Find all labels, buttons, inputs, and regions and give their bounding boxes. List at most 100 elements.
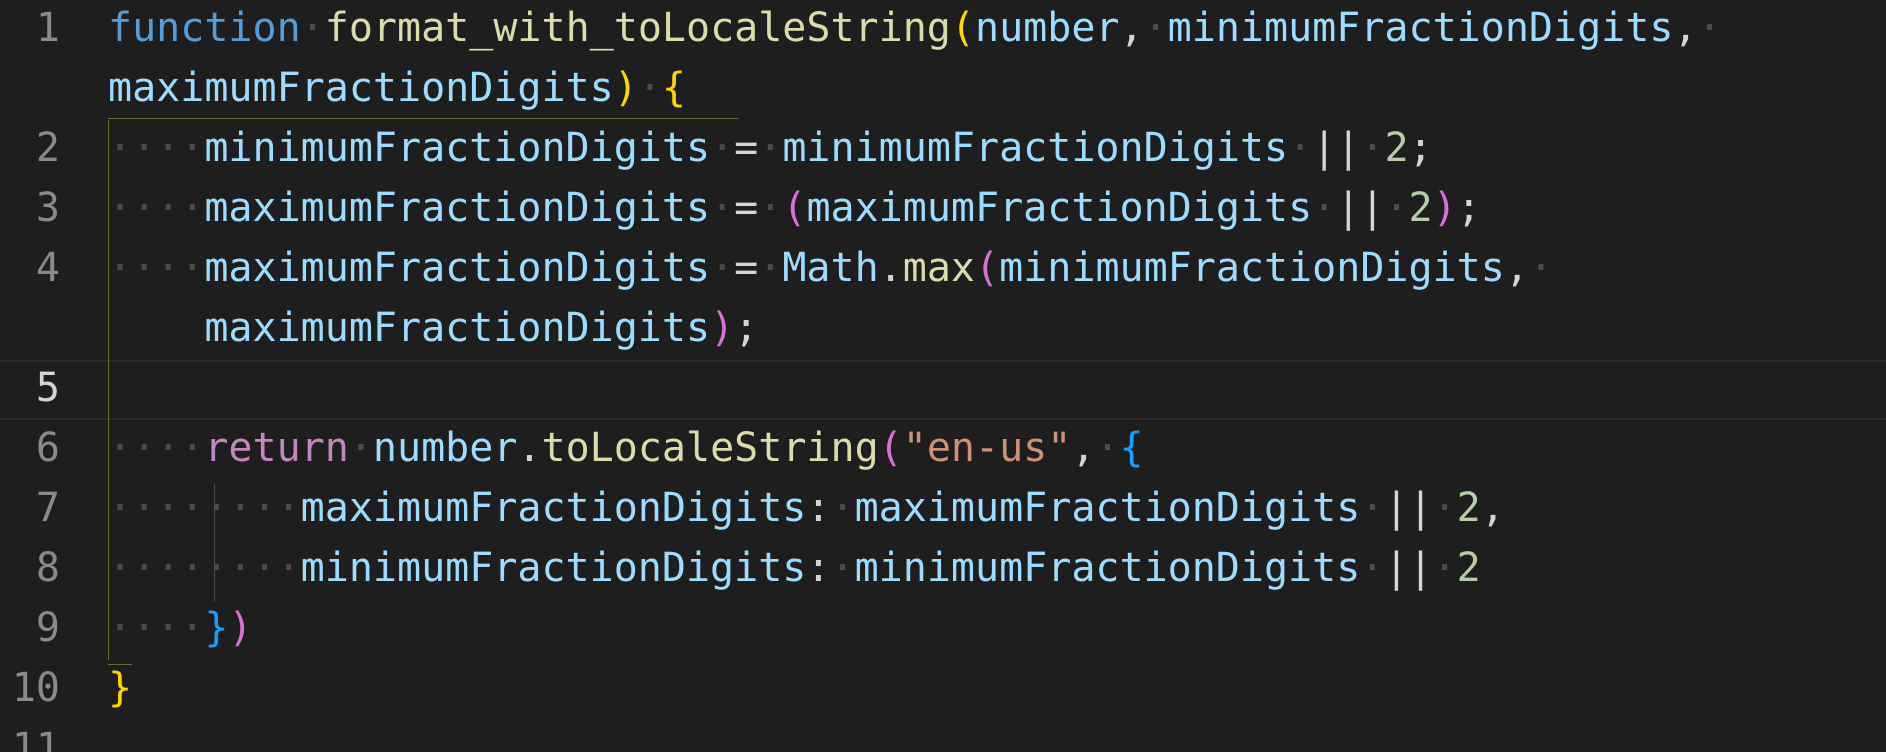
whitespace-marker: · (1697, 5, 1722, 51)
code-token: maximumFractionDigits (854, 485, 1361, 531)
code-token: minimumFractionDigits (1167, 5, 1674, 51)
code-token: = (734, 185, 759, 231)
code-token: 2 (1384, 125, 1409, 171)
code-token: format_with_toLocaleString (324, 5, 951, 51)
whitespace-marker (108, 305, 204, 351)
whitespace-marker: · (1312, 185, 1337, 231)
code-line[interactable]: maximumFractionDigits); (108, 298, 758, 358)
code-line[interactable]: ····}) (108, 598, 253, 658)
whitespace-marker: · (1528, 245, 1554, 291)
code-line[interactable]: maximumFractionDigits)·{ (108, 58, 686, 118)
code-token: toLocaleString (541, 425, 879, 471)
code-line[interactable]: } (108, 658, 132, 718)
whitespace-marker: · (830, 485, 855, 531)
code-token: maximumFractionDigits (108, 65, 614, 111)
whitespace-marker: · (710, 245, 735, 291)
code-token: , (1071, 425, 1096, 471)
code-token: } (204, 605, 229, 651)
code-token: ) (710, 305, 735, 351)
whitespace-marker: · (758, 125, 783, 171)
whitespace-marker: ···· (108, 185, 205, 231)
code-token: ) (613, 65, 638, 111)
code-token: number (372, 425, 518, 471)
code-token: maximumFractionDigits (204, 185, 711, 231)
code-token: ( (975, 245, 1000, 291)
whitespace-marker: ···· (108, 245, 205, 291)
line-number: 5 (35, 365, 60, 411)
whitespace-marker: ···· (108, 425, 205, 471)
code-token: minimumFractionDigits (300, 545, 807, 591)
line-number: 2 (35, 125, 60, 171)
code-token: || (1312, 125, 1361, 171)
code-token: || (1336, 185, 1385, 231)
whitespace-marker: · (1432, 545, 1457, 591)
code-token: { (1119, 425, 1144, 471)
line-number: 7 (35, 485, 60, 531)
current-line-highlight (0, 360, 1886, 420)
code-token: maximumFractionDigits (806, 185, 1313, 231)
code-token: minimumFractionDigits (999, 245, 1505, 291)
whitespace-marker: ········ (108, 545, 301, 591)
whitespace-marker: ···· (108, 125, 205, 171)
code-token: max (902, 245, 976, 291)
whitespace-marker: · (1360, 485, 1385, 531)
code-token: . (517, 425, 542, 471)
line-number: 9 (35, 605, 60, 651)
code-token: } (108, 665, 133, 711)
code-token: . (878, 245, 903, 291)
code-token: "en-us" (902, 425, 1072, 471)
line-number: 6 (35, 425, 60, 471)
code-token: maximumFractionDigits (300, 485, 807, 531)
code-token: ( (950, 5, 975, 51)
code-line[interactable]: ········minimumFractionDigits:·minimumFr… (108, 538, 1481, 598)
code-token: minimumFractionDigits (854, 545, 1361, 591)
code-token: ( (878, 425, 903, 471)
whitespace-marker: · (758, 245, 783, 291)
code-line[interactable]: ····return·number.toLocaleString("en-us"… (108, 418, 1144, 478)
whitespace-marker: · (1288, 125, 1313, 171)
whitespace-marker: · (830, 545, 855, 591)
whitespace-marker: · (1384, 185, 1409, 231)
whitespace-marker: · (348, 425, 373, 471)
whitespace-marker: · (710, 185, 735, 231)
code-token: = (734, 125, 759, 171)
whitespace-marker: · (637, 65, 662, 111)
code-token: 2 (1456, 545, 1481, 591)
code-token: , (1673, 5, 1698, 51)
code-line[interactable]: function·format_with_toLocaleString(numb… (108, 0, 1722, 58)
code-editor[interactable]: 1 2 3 4 5 6 7 8 9 10 11 function·format_with_toLoc… (0, 0, 1886, 752)
code-token: minimumFractionDigits (204, 125, 711, 171)
whitespace-marker: · (758, 185, 783, 231)
line-number: 8 (35, 545, 60, 591)
code-line[interactable]: ········maximumFractionDigits:·maximumFr… (108, 478, 1505, 538)
code-token: , (1480, 485, 1505, 531)
whitespace-marker: ···· (108, 605, 205, 651)
whitespace-marker: · (1360, 545, 1385, 591)
code-token: ; (1408, 125, 1433, 171)
code-token: function (108, 5, 301, 51)
code-token: , (1504, 245, 1529, 291)
code-token: number (974, 5, 1120, 51)
code-token: minimumFractionDigits (782, 125, 1289, 171)
whitespace-marker: · (1143, 5, 1168, 51)
code-token: 2 (1408, 185, 1433, 231)
whitespace-marker: · (300, 5, 325, 51)
whitespace-marker: · (710, 125, 735, 171)
line-number: 3 (35, 185, 60, 231)
code-token: || (1384, 485, 1433, 531)
line-number: 1 (35, 5, 60, 51)
line-number: 4 (35, 245, 60, 291)
whitespace-marker: · (1360, 125, 1385, 171)
code-token: ) (228, 605, 253, 651)
code-token: maximumFractionDigits (204, 305, 711, 351)
code-token: : (806, 545, 831, 591)
code-token: maximumFractionDigits (204, 245, 711, 291)
code-token: ; (734, 305, 759, 351)
code-line[interactable]: ····maximumFractionDigits·=·Math.max(min… (108, 238, 1553, 298)
code-token: { (661, 65, 687, 111)
code-line[interactable]: ····maximumFractionDigits·=·(maximumFrac… (108, 178, 1481, 238)
code-token: return (204, 425, 349, 471)
code-line[interactable]: ····minimumFractionDigits·=·minimumFract… (108, 118, 1433, 178)
code-token: ; (1456, 185, 1481, 231)
code-token: 2 (1456, 485, 1481, 531)
